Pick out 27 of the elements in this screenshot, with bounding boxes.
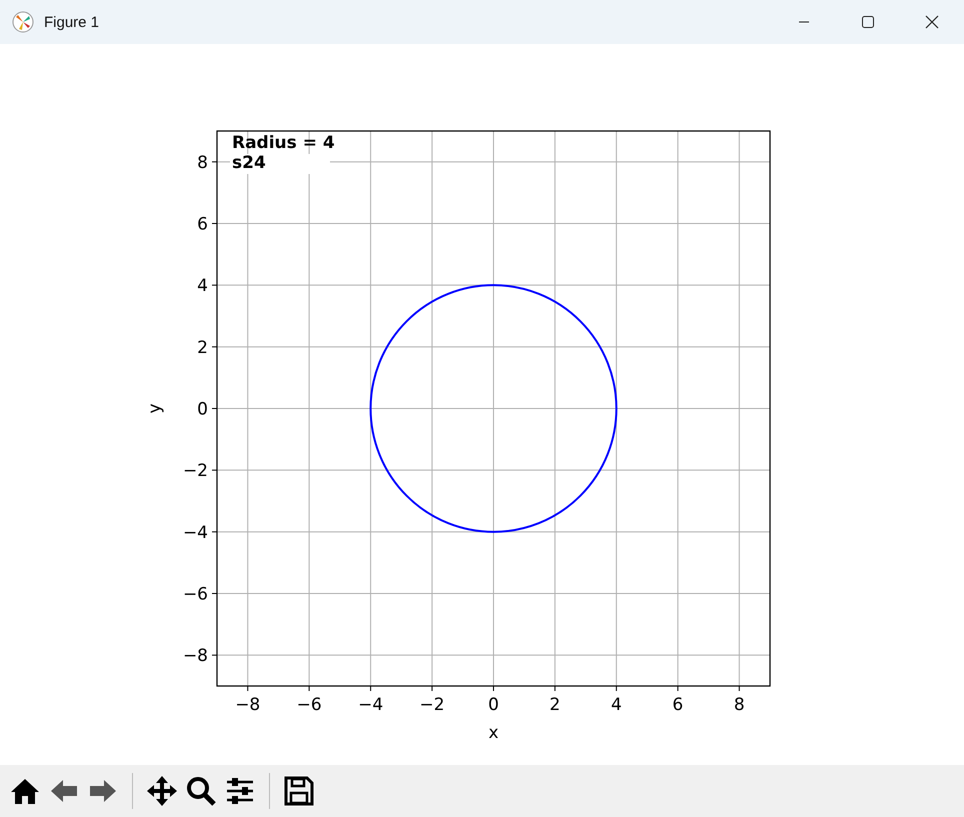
x-tick-label: −8 xyxy=(235,695,260,715)
y-tick-label: −6 xyxy=(182,584,208,604)
y-tick-label: −4 xyxy=(182,522,208,543)
x-tick-label: −6 xyxy=(296,695,322,715)
close-icon xyxy=(925,15,939,29)
x-tick-label: 8 xyxy=(734,695,745,715)
x-tick-label: 2 xyxy=(550,695,560,715)
minus-icon xyxy=(798,21,810,23)
y-tick-label: 2 xyxy=(197,338,208,358)
annotation-text: Radius = 4 xyxy=(232,133,335,153)
y-tick-label: 4 xyxy=(197,276,208,296)
y-tick-label: −8 xyxy=(182,646,208,666)
square-icon xyxy=(861,15,875,29)
annotation-text: s24 xyxy=(232,153,266,173)
x-tick-label: −4 xyxy=(358,695,384,715)
y-tick-label: −2 xyxy=(182,461,208,482)
x-tick-label: 4 xyxy=(610,695,622,715)
y-tick-label: 8 xyxy=(197,152,208,173)
app-icon xyxy=(12,11,34,33)
window-title: Figure 1 xyxy=(44,14,100,30)
y-tick-label: 0 xyxy=(197,400,208,420)
x-tick-label: −2 xyxy=(420,695,445,715)
x-tick-label: 0 xyxy=(488,695,499,715)
x-tick-label: 6 xyxy=(672,695,684,715)
y-axis-label: y xyxy=(145,403,165,414)
y-tick-label: 6 xyxy=(197,214,208,234)
x-axis-label: x xyxy=(488,723,499,743)
